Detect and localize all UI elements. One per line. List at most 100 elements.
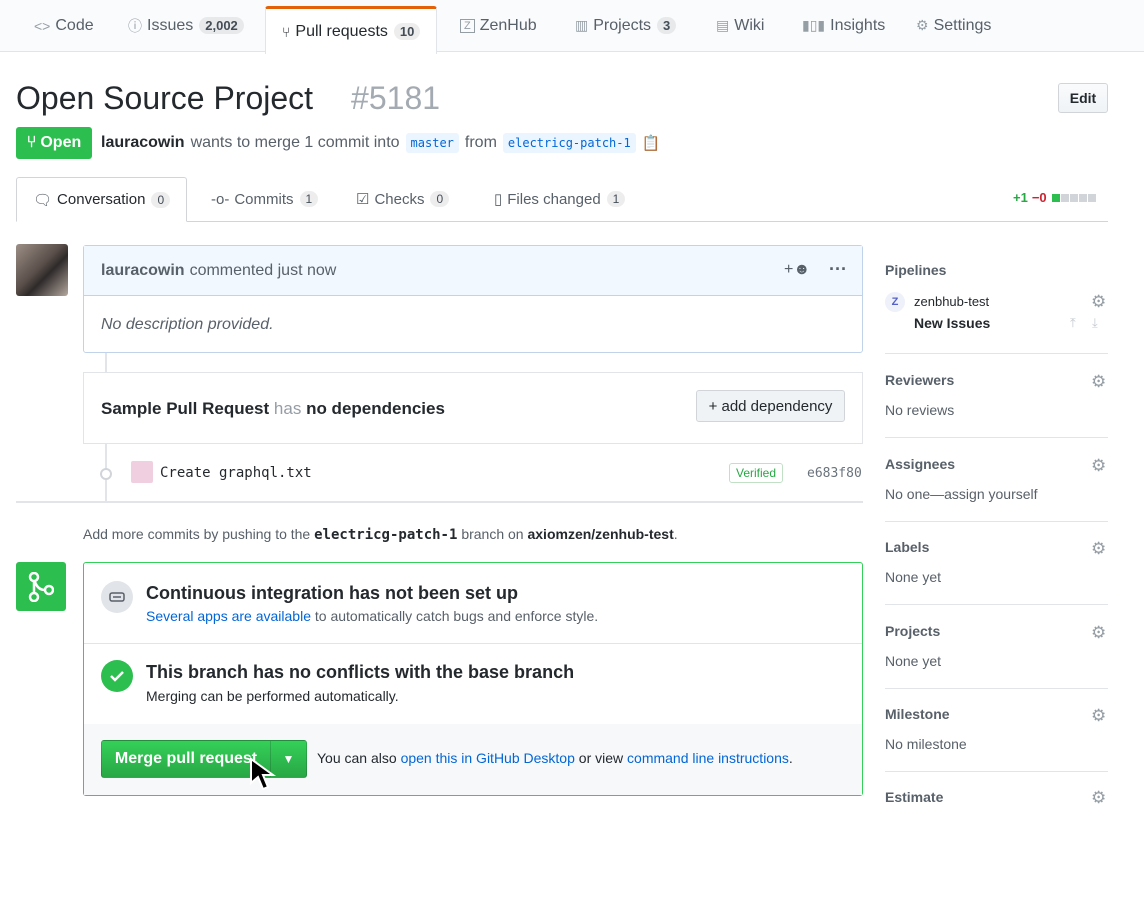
nav-issues-label: Issues (147, 16, 194, 34)
comment-body: No description provided. (101, 316, 274, 333)
move-top-icon[interactable]: ⤒ (1070, 315, 1076, 331)
assignees-heading: Assignees (885, 456, 956, 472)
checklist-icon: ☑ (356, 191, 370, 208)
tab-conversation-label: Conversation (57, 191, 146, 208)
tab-conversation[interactable]: 🗨 Conversation 0 (16, 177, 188, 222)
tab-commits-count: 1 (299, 191, 319, 207)
graph-icon: ▮▯▮ (802, 17, 826, 33)
tab-files-changed[interactable]: ▯ Files changed 1 (494, 177, 626, 221)
nav-projects[interactable]: ▥ Projects 3 (575, 0, 677, 51)
nav-zenhub[interactable]: Z ZenHub (460, 0, 537, 51)
nav-code-label: Code (55, 16, 94, 34)
nav-issues[interactable]: ⓘ Issues 2,002 (128, 0, 244, 51)
sidebar-projects[interactable]: Projects None yet ⚙ (885, 620, 1108, 689)
merge-box: Continuous integration has not been set … (83, 562, 863, 796)
merge-alternatives: You can also open this in GitHub Desktop… (317, 750, 793, 766)
pull-request-icon: ⑂ (282, 23, 291, 40)
gear-icon[interactable]: ⚙ (1091, 372, 1106, 392)
check-icon (101, 660, 133, 692)
sidebar-reviewers[interactable]: Reviewers No reviews ⚙ (885, 369, 1108, 438)
tab-conversation-count: 0 (151, 191, 171, 208)
reviewers-value: No reviews (885, 402, 955, 418)
milestone-heading: Milestone (885, 706, 950, 722)
pipeline-select[interactable]: New Issues (914, 315, 990, 331)
add-reaction-icon[interactable]: +☻ (784, 261, 810, 279)
author-link[interactable]: lauracowin (101, 134, 185, 152)
ci-rest: to automatically catch bugs and enforce … (314, 608, 599, 624)
tab-checks[interactable]: ☑ Checks 0 (356, 177, 450, 221)
clipboard-icon[interactable]: 📋 (642, 134, 661, 152)
pr-meta: lauracowin wants to merge 1 commit into … (101, 133, 660, 153)
gear-icon[interactable]: ⚙ (1091, 623, 1106, 643)
nav-code[interactable]: <> Code (34, 0, 94, 51)
gear-icon[interactable]: ⚙ (1091, 292, 1106, 312)
push-note-end: . (673, 526, 678, 542)
issue-icon: ⓘ (128, 17, 142, 34)
merge-footer: Merge pull request ▼ You can also open t… (84, 724, 862, 795)
diff-additions: +1 (1013, 190, 1028, 205)
nav-settings[interactable]: ⚙ Settings (916, 0, 991, 51)
nav-pull-requests[interactable]: ⑂ Pull requests 10 (265, 6, 438, 54)
also-text: You can also (317, 750, 397, 766)
conflicts-title: This branch has no conflicts with the ba… (146, 662, 575, 682)
commit-sha[interactable]: e683f80 (807, 466, 862, 481)
ci-section: Continuous integration has not been set … (84, 563, 862, 644)
gear-icon[interactable]: ⚙ (1091, 706, 1106, 726)
pr-title: Open Source Project #5181 (16, 80, 440, 117)
dependencies-text: Sample Pull Request has no dependencies (101, 399, 445, 419)
caret-down-icon: ▼ (282, 752, 295, 766)
estimate-heading: Estimate (885, 789, 944, 804)
push-note-pre: Add more commits by pushing to the (83, 526, 311, 542)
state-label: Open (40, 134, 82, 151)
head-branch[interactable]: electricg-patch-1 (502, 133, 636, 153)
diffstat-bar (1051, 190, 1096, 205)
base-branch[interactable]: master (405, 133, 459, 153)
commit-message[interactable]: Create graphql.txt (160, 465, 312, 481)
add-dependency-button[interactable]: + add dependency (696, 390, 845, 422)
nav-insights[interactable]: ▮▯▮ Insights (802, 0, 885, 51)
verified-badge[interactable]: Verified (729, 463, 784, 483)
push-note-repo: axiomzen/zenhub-test (527, 526, 674, 542)
nav-settings-label: Settings (933, 16, 992, 34)
nav-wiki-label: Wiki (734, 16, 765, 34)
commit-icon (100, 468, 112, 480)
repo-nav: <> Code ⓘ Issues 2,002 ⑂ Pull requests 1… (0, 0, 1144, 54)
sidebar-estimate[interactable]: Estimate ⚙ (885, 786, 1108, 804)
merge-text: wants to merge 1 commit into (190, 134, 400, 151)
pr-number: #5181 (351, 80, 441, 116)
gear-icon[interactable]: ⚙ (1091, 539, 1106, 559)
assignees-value[interactable]: No one—assign yourself (885, 486, 1038, 502)
sidebar-labels[interactable]: Labels None yet ⚙ (885, 536, 1108, 605)
merge-pull-request-button[interactable]: Merge pull request (101, 740, 271, 778)
tab-commits-label: Commits (234, 190, 294, 208)
commit-row: Create graphql.txt Verified e683f80 (83, 458, 863, 488)
or-view-text: or view (578, 750, 624, 766)
tab-commits[interactable]: -o- Commits 1 (211, 177, 319, 221)
sidebar-assignees[interactable]: Assignees No one—assign yourself ⚙ (885, 453, 1108, 522)
dependency-has: has (273, 399, 302, 418)
dependencies-box: Sample Pull Request has no dependencies … (83, 372, 863, 444)
github-desktop-link[interactable]: open this in GitHub Desktop (401, 750, 575, 766)
sidebar-milestone[interactable]: Milestone No milestone ⚙ (885, 703, 1108, 772)
sidebar-pipelines: Pipelines Z zenbhub-test New Issues ⚙ ⤒ … (885, 258, 1108, 354)
pipeline-repo: zenbhub-test (914, 294, 990, 309)
project-icon: ▥ (575, 17, 589, 33)
apps-link[interactable]: Several apps are available (146, 608, 311, 624)
period-text: . (788, 750, 793, 766)
from-text: from (464, 134, 497, 151)
comment-author[interactable]: lauracowin (101, 262, 185, 280)
command-line-link[interactable]: command line instructions (627, 750, 789, 766)
gear-icon[interactable]: ⚙ (1091, 788, 1106, 804)
move-bottom-icon[interactable]: ⤓ (1092, 315, 1098, 331)
pull-request-icon: ⑂ (26, 134, 37, 151)
gear-icon[interactable]: ⚙ (1091, 456, 1106, 476)
pr-tabs: 🗨 Conversation 0 -o- Commits 1 ☑ Checks … (16, 177, 1108, 222)
edit-button[interactable]: Edit (1058, 83, 1108, 113)
commit-avatar[interactable] (131, 461, 153, 483)
dependency-status: no dependencies (306, 399, 445, 418)
nav-wiki[interactable]: ▤ Wiki (716, 0, 764, 51)
ci-title: Continuous integration has not been set … (146, 583, 518, 603)
avatar[interactable] (16, 244, 68, 296)
more-options-icon[interactable]: ··· (829, 259, 847, 280)
reviewers-heading: Reviewers (885, 372, 955, 388)
